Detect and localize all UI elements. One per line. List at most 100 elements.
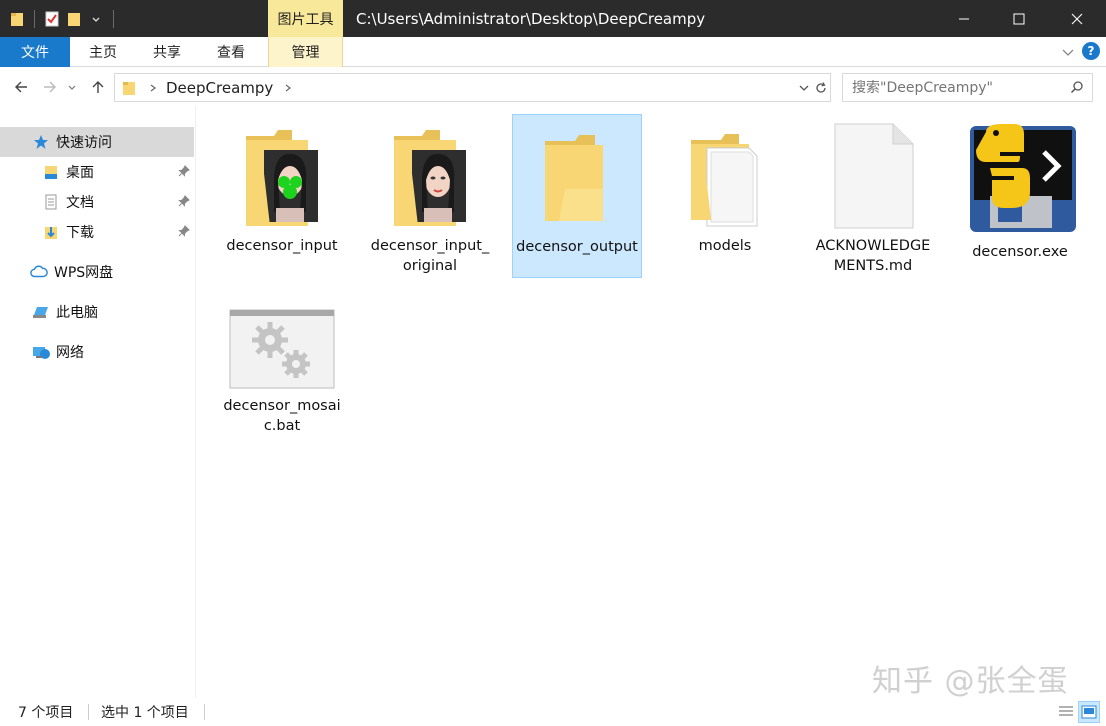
sidebar-item-wps-drive[interactable]: WPS网盘: [0, 257, 194, 287]
file-list: decensor_input decensor_input_original d…: [197, 106, 1106, 698]
arrow-left-icon: [15, 81, 27, 93]
file-item[interactable]: decensor_input: [217, 114, 347, 280]
sidebar-item-network[interactable]: 网络: [0, 337, 194, 367]
file-item[interactable]: models: [660, 114, 790, 280]
address-bar[interactable]: DeepCreampy: [114, 73, 831, 102]
new-folder-icon[interactable]: [63, 0, 85, 37]
image-folder-icon: [375, 120, 485, 230]
file-name: decensor_input: [226, 238, 338, 254]
maximize-button[interactable]: [990, 0, 1048, 37]
properties-icon[interactable]: [41, 0, 63, 37]
large-icons-view-icon: [1081, 705, 1097, 719]
divider: [34, 9, 35, 28]
search-input[interactable]: [852, 79, 1062, 96]
network-icon: [32, 343, 50, 361]
documents-icon: [42, 193, 60, 211]
sidebar-item-label: 文档: [66, 195, 94, 211]
arrow-right-icon: [44, 81, 56, 93]
file-name: decensor_input_original: [370, 238, 490, 274]
file-item[interactable]: ACKNOWLEDGEMENTS.md: [808, 114, 938, 280]
document-folder-icon: [670, 120, 780, 230]
divider: [204, 704, 205, 720]
file-name: ACKNOWLEDGEMENTS.md: [815, 238, 931, 274]
expand-ribbon-icon[interactable]: [1060, 44, 1076, 60]
chevron-right-icon: [150, 84, 156, 91]
help-button[interactable]: ?: [1082, 42, 1100, 60]
batch-file-icon: [227, 300, 337, 390]
close-icon: [1071, 13, 1083, 24]
desktop-folder-icon: [42, 163, 60, 181]
sidebar-item-this-pc[interactable]: 此电脑: [0, 297, 194, 327]
arrow-up-icon: [92, 81, 104, 93]
sidebar-item-desktop[interactable]: 桌面: [0, 157, 194, 187]
window-title: C:\Users\Administrator\Desktop\DeepCream…: [356, 9, 706, 28]
details-view-icon: [1059, 706, 1073, 716]
sidebar-item-label: 桌面: [66, 165, 94, 181]
sidebar-item-downloads[interactable]: 下载: [0, 217, 194, 247]
ribbon-tabs: 文件 主页 共享 查看 管理 ?: [0, 37, 1106, 67]
file-name: decensor_mosaic.bat: [223, 398, 341, 434]
search-box[interactable]: [842, 73, 1093, 102]
close-button[interactable]: [1048, 0, 1106, 37]
tab-home[interactable]: 主页: [76, 37, 130, 67]
folder-icon: [522, 121, 632, 231]
sidebar-item-quick-access[interactable]: 快速访问: [0, 127, 194, 157]
tab-manage[interactable]: 管理: [268, 37, 343, 67]
divider: [88, 704, 89, 720]
file-name: decensor.exe: [972, 244, 1068, 260]
details-view-button[interactable]: [1055, 701, 1077, 723]
back-button[interactable]: [9, 75, 33, 99]
sidebar-item-documents[interactable]: 文档: [0, 187, 194, 217]
downloads-icon: [42, 223, 60, 241]
file-item[interactable]: decensor_mosaic.bat: [217, 294, 347, 444]
minimize-icon: [959, 18, 969, 19]
file-name: models: [698, 238, 752, 254]
title-bar: 图片工具 C:\Users\Administrator\Desktop\Deep…: [0, 0, 1106, 37]
document-file-icon: [818, 120, 928, 230]
selection-count: 选中 1 个项目: [101, 705, 189, 721]
file-item[interactable]: decensor_output: [512, 114, 642, 278]
breadcrumb[interactable]: DeepCreampy: [166, 79, 273, 97]
chevron-down-icon: [68, 85, 76, 90]
watermark: 知乎 @张全蛋: [872, 664, 1069, 699]
file-item[interactable]: decensor_input_original: [365, 114, 495, 280]
sidebar-item-label: WPS网盘: [54, 265, 114, 281]
recent-locations-button[interactable]: [64, 75, 80, 99]
minimize-button[interactable]: [935, 0, 993, 37]
image-folder-icon: [227, 120, 337, 230]
divider: [113, 9, 114, 28]
forward-button[interactable]: [38, 75, 62, 99]
status-bar: 7 个项目 选中 1 个项目: [0, 698, 1106, 726]
star-icon: [32, 133, 50, 151]
pin-icon[interactable]: [178, 195, 190, 207]
chevron-down-icon[interactable]: [85, 0, 107, 37]
quick-access-toolbar: [6, 0, 120, 37]
navigation-pane: 快速访问 桌面 文档 下载 WPS网盘 此电脑 网络: [0, 106, 196, 698]
tab-share[interactable]: 共享: [140, 37, 194, 67]
folder-icon: [123, 81, 135, 95]
search-icon[interactable]: [1070, 80, 1084, 94]
folder-icon[interactable]: [6, 0, 28, 37]
file-name: decensor_output: [516, 239, 638, 255]
item-count: 7 个项目: [18, 705, 74, 721]
picture-tools-tab[interactable]: 图片工具: [268, 0, 343, 37]
large-icons-view-button[interactable]: [1078, 701, 1100, 723]
pin-icon[interactable]: [178, 225, 190, 237]
maximize-icon: [1013, 13, 1025, 24]
navigation-bar: DeepCreampy: [0, 68, 1106, 106]
tab-view[interactable]: 查看: [204, 37, 258, 67]
sidebar-item-label: 网络: [56, 345, 84, 361]
python-exe-icon: [960, 120, 1080, 236]
file-item[interactable]: decensor.exe: [955, 114, 1085, 280]
sidebar-item-label: 此电脑: [56, 305, 98, 321]
address-dropdown-icon[interactable]: [798, 82, 810, 94]
computer-icon: [32, 303, 50, 321]
chevron-right-icon: [285, 84, 292, 91]
pin-icon[interactable]: [178, 165, 190, 177]
refresh-icon[interactable]: [814, 81, 828, 95]
up-button[interactable]: [86, 75, 110, 99]
sidebar-item-label: 下载: [66, 225, 94, 241]
sidebar-item-label: 快速访问: [56, 135, 112, 151]
tab-file[interactable]: 文件: [0, 37, 70, 67]
cloud-icon: [30, 263, 48, 281]
